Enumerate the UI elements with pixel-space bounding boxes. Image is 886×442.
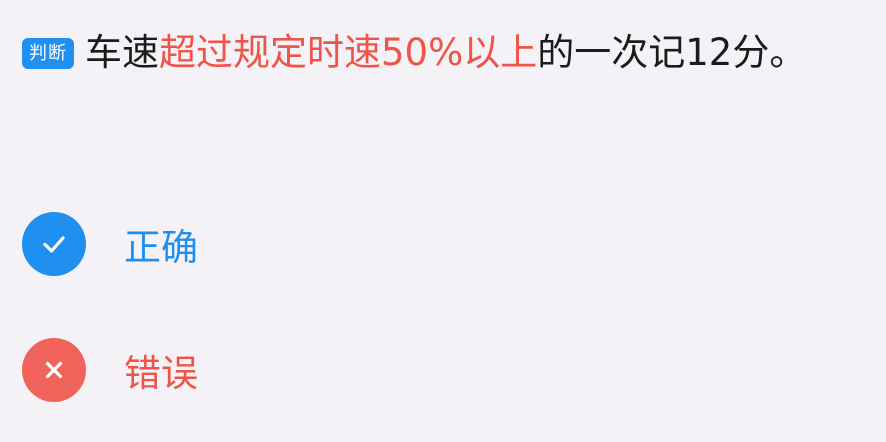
option-correct[interactable]: 正确 (22, 211, 198, 277)
option-wrong-label: 错误 (124, 352, 198, 395)
question-text-after: 的一次记12分。 (537, 31, 807, 74)
check-icon (22, 212, 86, 276)
question-text-before: 车速 (85, 31, 159, 74)
question-page: 判断 车速超过规定时速50%以上的一次记12分。 正确 错误 (0, 0, 886, 442)
question-type-badge: 判断 (22, 38, 74, 69)
close-icon (22, 338, 86, 402)
question-text-highlight: 超过规定时速50%以上 (159, 31, 538, 74)
question-text: 判断 车速超过规定时速50%以上的一次记12分。 (22, 24, 862, 82)
option-wrong[interactable]: 错误 (22, 337, 198, 403)
option-correct-label: 正确 (124, 226, 198, 269)
